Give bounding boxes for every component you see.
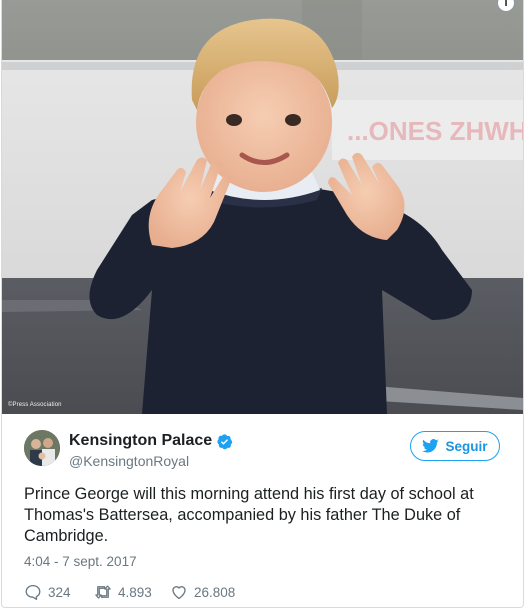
follow-button[interactable]: Seguir <box>410 431 500 461</box>
reply-count: 324 <box>48 584 71 600</box>
like-count: 26.808 <box>194 584 236 600</box>
author-name[interactable]: Kensington Palace <box>69 432 212 450</box>
photo-credit: ©Press Association <box>8 402 62 408</box>
tweet-timestamp[interactable]: 4:04 - 7 sept. 2017 <box>24 554 137 569</box>
avatar-image <box>24 430 60 466</box>
tweet-photo[interactable]: ...ONES ZHWH'S i ©Press Association <box>2 0 523 414</box>
verified-badge-icon <box>217 434 233 450</box>
tweet-card: ...ONES ZHWH'S i ©Press Association <box>1 0 524 608</box>
follow-button-label: Seguir <box>445 438 488 454</box>
tweet-text: Prince George will this morning attend h… <box>24 485 474 545</box>
like-button[interactable]: 26.808 <box>170 583 235 601</box>
photo-illustration: ...ONES ZHWH'S <box>2 0 523 414</box>
retweet-icon <box>95 585 111 599</box>
reply-icon <box>25 584 41 600</box>
avatar[interactable] <box>24 430 60 466</box>
twitter-bird-icon <box>422 439 440 453</box>
retweet-button[interactable]: 4.893 <box>94 583 170 601</box>
tweet-actions: 324 4.893 26.808 <box>24 582 235 602</box>
reply-button[interactable]: 324 <box>24 583 94 601</box>
background-sign-text: ...ONES ZHWH'S <box>347 116 523 146</box>
retweet-count: 4.893 <box>118 584 152 600</box>
author-handle[interactable]: @KensingtonRoyal <box>69 453 189 469</box>
heart-icon <box>172 586 186 600</box>
